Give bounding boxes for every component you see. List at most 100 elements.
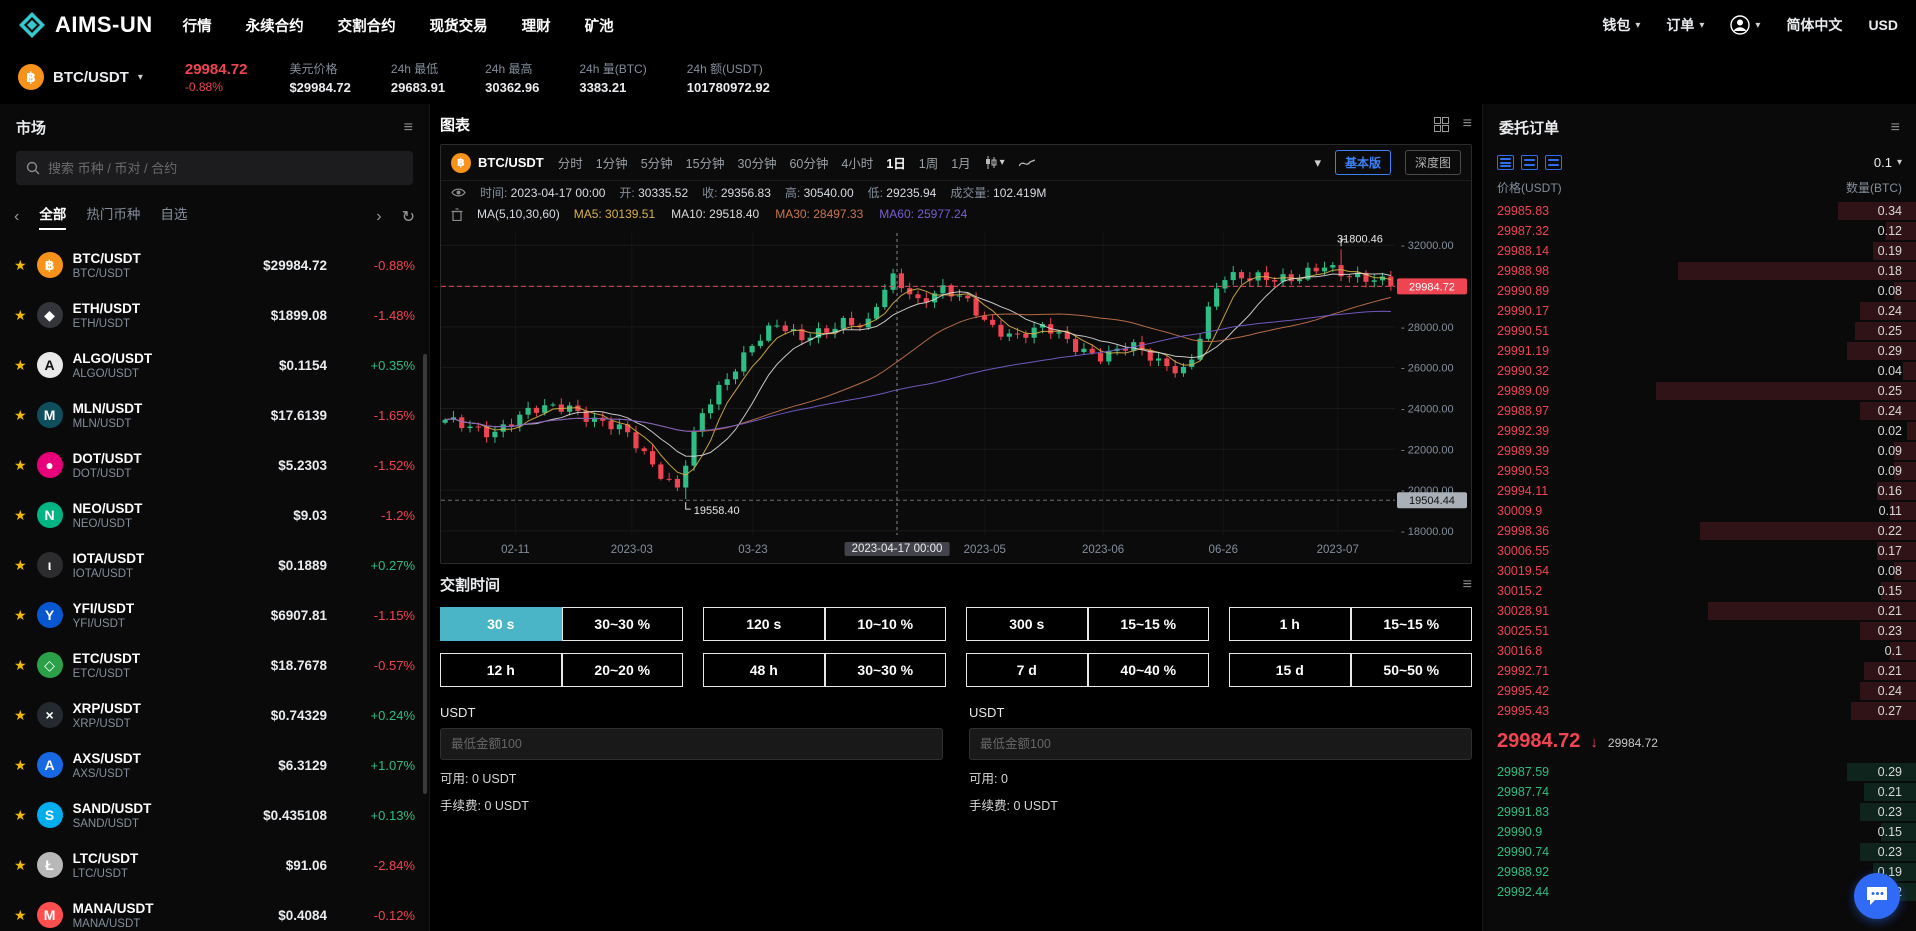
timeframe-30分钟[interactable]: 30分钟 bbox=[738, 153, 777, 172]
coin-row[interactable]: ★SSAND/USDTSAND/USDT$0.435108+0.13% bbox=[0, 790, 429, 840]
orderbook-bid-row[interactable]: 29987.740.21 bbox=[1483, 782, 1916, 802]
star-icon[interactable]: ★ bbox=[14, 457, 27, 474]
chart-type-select[interactable]: ▾ bbox=[985, 156, 1005, 169]
star-icon[interactable]: ★ bbox=[14, 357, 27, 374]
star-icon[interactable]: ★ bbox=[14, 407, 27, 424]
timeframe-1周[interactable]: 1周 bbox=[919, 153, 938, 172]
market-tab[interactable]: 全部 bbox=[39, 203, 66, 230]
nav-item[interactable]: 理财 bbox=[522, 15, 551, 36]
nav-item[interactable]: 矿池 bbox=[585, 15, 614, 36]
orderbook-ask-row[interactable]: 29990.170.24 bbox=[1483, 301, 1916, 321]
orderbook-ask-row[interactable]: 29989.090.25 bbox=[1483, 381, 1916, 401]
coin-row[interactable]: ★NNEO/USDTNEO/USDT$9.03-1.2% bbox=[0, 490, 429, 540]
orderbook-ask-row[interactable]: 29992.390.02 bbox=[1483, 421, 1916, 441]
orderbook-ask-row[interactable]: 29995.420.24 bbox=[1483, 681, 1916, 701]
market-tab[interactable]: 热门币种 bbox=[86, 203, 140, 230]
delivery-percent-button[interactable]: 50~50 % bbox=[1351, 653, 1473, 687]
coin-row[interactable]: ★MMLN/USDTMLN/USDT$17.6139-1.65% bbox=[0, 390, 429, 440]
star-icon[interactable]: ★ bbox=[14, 757, 27, 774]
delivery-time-button[interactable]: 15 d bbox=[1229, 653, 1351, 687]
star-icon[interactable]: ★ bbox=[14, 907, 27, 924]
candlestick-chart[interactable]: - 32000.00- 30000.00- 28000.00- 26000.00… bbox=[441, 225, 1471, 541]
scroll-right-icon[interactable]: › bbox=[376, 208, 381, 226]
delivery-time-button[interactable]: 7 d bbox=[966, 653, 1088, 687]
orderbook-bid-row[interactable]: 29990.90.15 bbox=[1483, 822, 1916, 842]
timeframe-1日[interactable]: 1日 bbox=[886, 153, 905, 172]
market-tab[interactable]: 自选 bbox=[160, 203, 187, 230]
delivery-percent-button[interactable]: 15~15 % bbox=[1351, 607, 1473, 641]
orderbook-ask-row[interactable]: 29990.510.25 bbox=[1483, 321, 1916, 341]
coin-row[interactable]: ★◆ETH/USDTETH/USDT$1899.08-1.48% bbox=[0, 290, 429, 340]
timeframe-60分钟[interactable]: 60分钟 bbox=[789, 153, 828, 172]
nav-item[interactable]: 现货交易 bbox=[430, 15, 488, 36]
menu-icon[interactable]: ≡ bbox=[1891, 119, 1900, 137]
refresh-icon[interactable]: ↻ bbox=[402, 207, 415, 227]
orderbook-ask-row[interactable]: 29995.430.27 bbox=[1483, 701, 1916, 721]
orderbook-ask-row[interactable]: 29998.360.22 bbox=[1483, 521, 1916, 541]
brand-logo[interactable]: AIMS-UN bbox=[18, 11, 153, 39]
pair-selector[interactable]: ฿ BTC/USDT ▾ bbox=[18, 64, 143, 90]
delivery-percent-button[interactable]: 15~15 % bbox=[1088, 607, 1210, 641]
orderbook-ask-row[interactable]: 29989.390.09 bbox=[1483, 441, 1916, 461]
orderbook-ask-row[interactable]: 29994.110.16 bbox=[1483, 481, 1916, 501]
orderbook-ask-row[interactable]: 30006.550.17 bbox=[1483, 541, 1916, 561]
orderbook-ask-row[interactable]: 29988.970.24 bbox=[1483, 401, 1916, 421]
amount-input[interactable] bbox=[440, 728, 943, 760]
star-icon[interactable]: ★ bbox=[14, 307, 27, 324]
mode-basic-button[interactable]: 基本版 bbox=[1335, 150, 1391, 175]
menu-icon[interactable]: ≡ bbox=[404, 119, 413, 137]
orderbook-bid-row[interactable]: 29991.830.23 bbox=[1483, 802, 1916, 822]
orderbook-ask-row[interactable]: 29990.320.04 bbox=[1483, 361, 1916, 381]
timeframe-4小时[interactable]: 4小时 bbox=[841, 153, 873, 172]
star-icon[interactable]: ★ bbox=[14, 607, 27, 624]
amount-input[interactable] bbox=[969, 728, 1472, 760]
menu-icon[interactable]: ≡ bbox=[1463, 576, 1472, 594]
nav-item[interactable]: 永续合约 bbox=[246, 15, 304, 36]
coin-row[interactable]: ★AALGO/USDTALGO/USDT$0.1154+0.35% bbox=[0, 340, 429, 390]
orderbook-ask-row[interactable]: 30025.510.23 bbox=[1483, 621, 1916, 641]
book-bids-icon[interactable] bbox=[1521, 155, 1538, 170]
orderbook-bid-row[interactable]: 29988.920.19 bbox=[1483, 862, 1916, 882]
scroll-left-icon[interactable]: ‹ bbox=[14, 208, 19, 226]
timeframe-1月[interactable]: 1月 bbox=[951, 153, 970, 172]
orderbook-ask-row[interactable]: 30015.20.15 bbox=[1483, 581, 1916, 601]
orderbook-ask-row[interactable]: 29991.190.29 bbox=[1483, 341, 1916, 361]
coin-row[interactable]: ★●DOT/USDTDOT/USDT$5.2303-1.52% bbox=[0, 440, 429, 490]
search-input[interactable] bbox=[48, 161, 403, 176]
chat-bubble[interactable] bbox=[1854, 873, 1900, 919]
delivery-percent-button[interactable]: 40~40 % bbox=[1088, 653, 1210, 687]
book-asks-icon[interactable] bbox=[1545, 155, 1562, 170]
star-icon[interactable]: ★ bbox=[14, 707, 27, 724]
sidebar-scrollbar[interactable] bbox=[423, 354, 427, 794]
coin-row[interactable]: ★◇ETC/USDTETC/USDT$18.7678-0.57% bbox=[0, 640, 429, 690]
orderbook-ask-row[interactable]: 29992.710.21 bbox=[1483, 661, 1916, 681]
coin-row[interactable]: ★AAXS/USDTAXS/USDT$6.3129+1.07% bbox=[0, 740, 429, 790]
coin-row[interactable]: ★×XRP/USDTXRP/USDT$0.74329+0.24% bbox=[0, 690, 429, 740]
orders-menu[interactable]: 订单 ▾ bbox=[1666, 15, 1704, 35]
last-price-row[interactable]: 29984.72 ↓ 29984.72 bbox=[1483, 721, 1916, 762]
delivery-percent-button[interactable]: 30~30 % bbox=[825, 653, 947, 687]
star-icon[interactable]: ★ bbox=[14, 857, 27, 874]
orderbook-bid-row[interactable]: 29992.440.2 bbox=[1483, 882, 1916, 902]
coin-row[interactable]: ★฿BTC/USDTBTC/USDT$29984.72-0.88% bbox=[0, 240, 429, 290]
orderbook-ask-row[interactable]: 30019.540.08 bbox=[1483, 561, 1916, 581]
chevron-down-icon[interactable]: ▾ bbox=[1314, 155, 1321, 171]
eye-icon[interactable] bbox=[451, 187, 466, 198]
timeframe-5分钟[interactable]: 5分钟 bbox=[641, 153, 673, 172]
star-icon[interactable]: ★ bbox=[14, 557, 27, 574]
delivery-time-button[interactable]: 120 s bbox=[703, 607, 825, 641]
indicator-select[interactable] bbox=[1019, 158, 1035, 168]
orderbook-ask-row[interactable]: 29987.320.12 bbox=[1483, 221, 1916, 241]
coin-row[interactable]: ★ιIOTA/USDTIOTA/USDT$0.1889+0.27% bbox=[0, 540, 429, 590]
orderbook-ask-row[interactable]: 30028.910.21 bbox=[1483, 601, 1916, 621]
delivery-time-button[interactable]: 300 s bbox=[966, 607, 1088, 641]
star-icon[interactable]: ★ bbox=[14, 657, 27, 674]
orderbook-ask-row[interactable]: 29988.980.18 bbox=[1483, 261, 1916, 281]
timeframe-1分钟[interactable]: 1分钟 bbox=[596, 153, 628, 172]
timeframe-15分钟[interactable]: 15分钟 bbox=[686, 153, 725, 172]
coin-row[interactable]: ★YYFI/USDTYFI/USDT$6907.81-1.15% bbox=[0, 590, 429, 640]
coin-row[interactable]: ★MMANA/USDTMANA/USDT$0.4084-0.12% bbox=[0, 890, 429, 931]
book-both-icon[interactable] bbox=[1497, 155, 1514, 170]
currency-select[interactable]: USD bbox=[1868, 17, 1898, 33]
trash-icon[interactable] bbox=[451, 208, 463, 221]
